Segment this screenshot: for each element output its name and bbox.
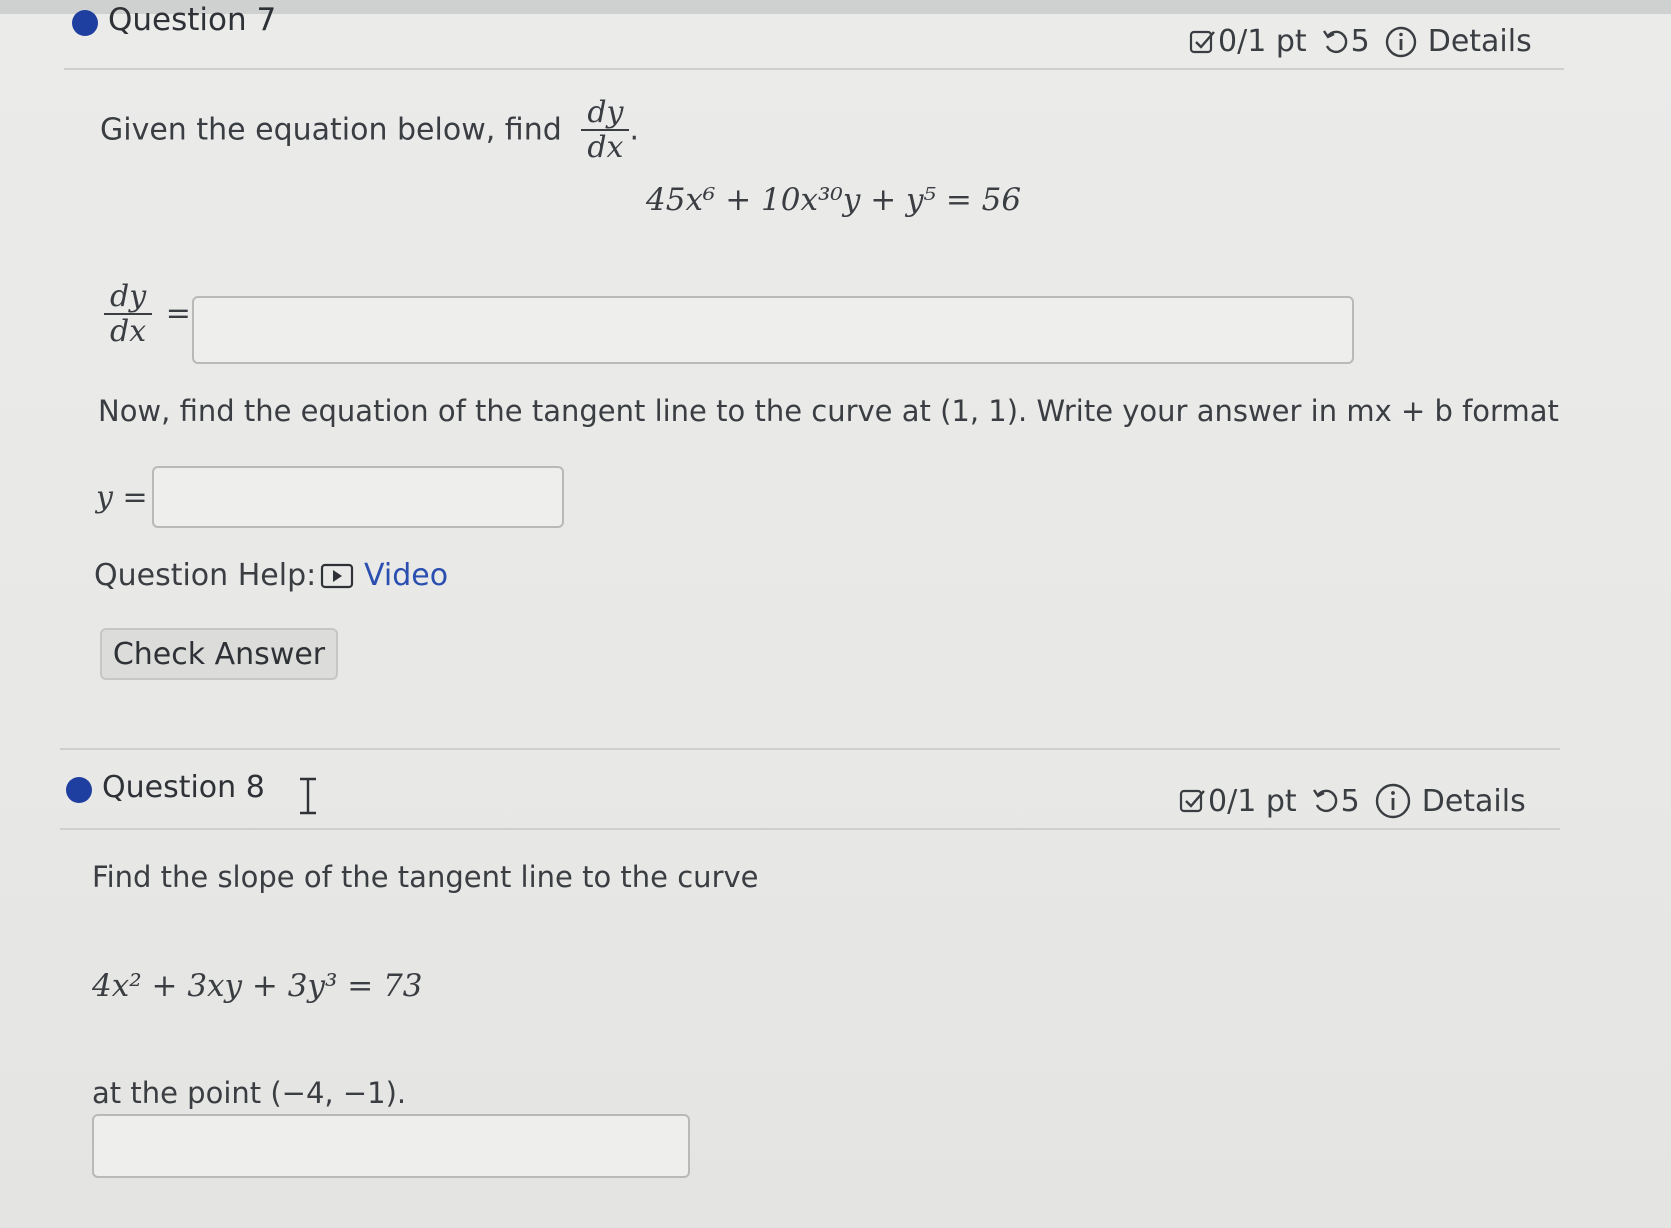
retry-icon[interactable] [1321,27,1351,57]
prompt-text: Given the equation below, find [100,112,562,148]
question-7-title: Question 7 [108,2,277,38]
details-link[interactable]: Details [1422,784,1526,819]
question-7-prompt: Given the equation below, find dy dx . [100,95,640,166]
question-8-equation: 4x² + 3xy + 3y³ = 73 [92,968,423,1004]
attempts-count: 5 [1350,24,1370,59]
fraction-numerator: dy [581,96,630,131]
question-status-dot [72,10,98,36]
question-divider [60,748,1560,750]
header-divider [60,828,1560,830]
video-label: Video [364,558,449,593]
video-help-link[interactable]: Video [320,558,448,593]
text-cursor-icon [294,776,322,820]
info-icon[interactable] [1384,25,1418,59]
video-icon [320,563,354,589]
derivative-answer-input[interactable] [192,296,1354,364]
question-8-title: Question 8 [102,770,265,805]
details-link[interactable]: Details [1428,24,1532,59]
fraction-denominator: dx [110,314,147,349]
points-label: 0/1 pt [1218,24,1307,59]
question-page: Question 7 0/1 pt 5 Details Given the eq… [0,2,1671,1228]
question-8-point: at the point (−4, −1). [92,1076,407,1110]
answer-derivative-fraction: dy dx [104,280,153,350]
fraction-numerator: dy [104,280,153,315]
checkbox-icon [1188,27,1218,57]
tangent-line-prompt: Now, find the equation of the tangent li… [98,394,1559,428]
attempts-count: 5 [1340,783,1360,819]
equals-sign: = [165,296,191,332]
question-8-prompt: Find the slope of the tangent line to th… [92,860,759,894]
question-help: Question Help: [94,558,316,593]
fraction-denominator: dx [587,130,624,165]
help-label: Question Help: [94,558,317,593]
slope-answer-input[interactable] [92,1114,690,1178]
question-7-equation: 45x⁶ + 10x³⁰y + y⁵ = 56 [646,182,1022,218]
retry-icon[interactable] [1311,786,1341,816]
header-divider [64,68,1564,70]
question-7-meta: 0/1 pt 5 Details [1188,24,1532,59]
check-answer-button[interactable]: Check Answer [100,628,338,680]
tangent-line-answer-input[interactable] [152,466,564,528]
question-status-dot [66,777,92,803]
checkbox-icon [1178,786,1208,816]
info-icon[interactable] [1374,782,1412,820]
prompt-derivative-fraction: dy dx [581,96,630,166]
question-8-meta: 0/1 pt 5 Details [1178,782,1526,820]
points-label: 0/1 pt [1208,783,1297,819]
answer2-label: y = [96,480,148,515]
answer1-label: dy dx = [104,280,191,350]
